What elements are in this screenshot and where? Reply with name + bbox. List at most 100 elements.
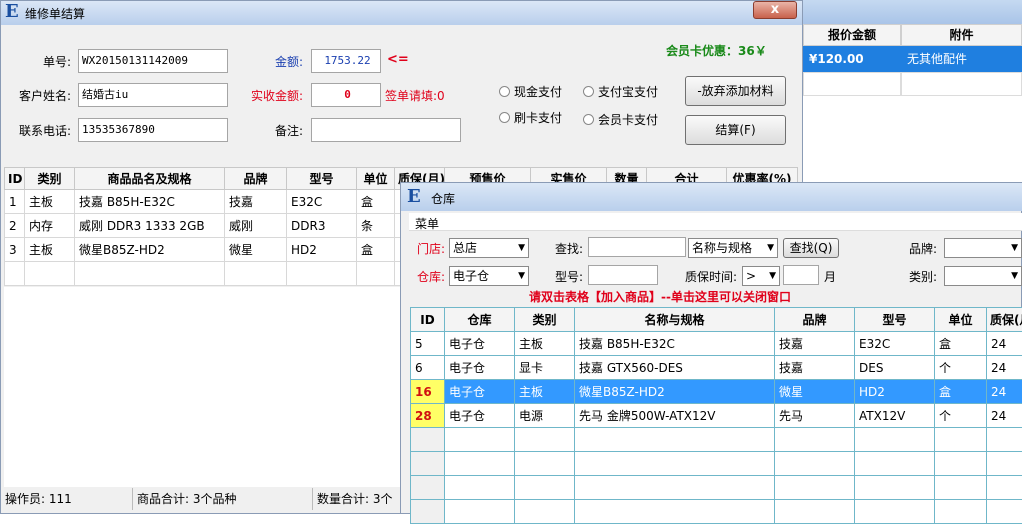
- col-header[interactable]: ID: [5, 168, 25, 190]
- pay-card-radio[interactable]: 刷卡支付: [499, 109, 562, 126]
- warehouse-table: ID 仓库 类别 名称与规格 品牌 型号 单位 质保(月) 5 电子仓 主板 技…: [410, 307, 1022, 524]
- col-header[interactable]: 仓库: [445, 308, 515, 332]
- background-window: 报价金额 附件 ¥120.00 无其他配件: [795, 0, 1022, 190]
- bg-empty-cell: [803, 72, 901, 96]
- category-select[interactable]: ▼: [944, 266, 1022, 286]
- customer-name-field[interactable]: 结婚古iu: [78, 83, 228, 107]
- cell-brand: 先马: [775, 404, 855, 428]
- col-header[interactable]: 型号: [287, 168, 357, 190]
- col-header[interactable]: 单位: [357, 168, 395, 190]
- cell-brand: 威刚: [225, 214, 287, 238]
- col-header[interactable]: 商品品名及规格: [75, 168, 225, 190]
- chevron-down-icon: ▼: [1011, 267, 1018, 285]
- cell-id: 2: [5, 214, 25, 238]
- brand-select[interactable]: ▼: [944, 238, 1022, 258]
- status-qty-total: 数量合计: 3个: [313, 488, 403, 510]
- table-row[interactable]: 28 电子仓 电源 先马 金牌500W-ATX12V 先马 ATX12V 个 2…: [411, 404, 1022, 428]
- table-row-empty: [411, 428, 1022, 452]
- chevron-down-icon: ▼: [767, 239, 774, 257]
- note-field[interactable]: [311, 118, 461, 142]
- note-label: 备注:: [275, 122, 303, 139]
- category-label: 类别:: [909, 268, 937, 285]
- col-header[interactable]: 类别: [25, 168, 75, 190]
- abandon-material-button[interactable]: -放弃添加材料: [685, 76, 786, 106]
- bg-cell-amount[interactable]: ¥120.00: [803, 46, 901, 72]
- status-item-total: 商品合计: 3个品种: [133, 488, 313, 510]
- search-mode-select[interactable]: 名称与规格▼: [688, 238, 778, 258]
- cell-depot: 电子仓: [445, 404, 515, 428]
- radio-icon: [499, 86, 510, 97]
- phone-field[interactable]: 13535367890: [78, 118, 228, 142]
- cell-category: 内存: [25, 214, 75, 238]
- cell-unit: 盒: [935, 332, 987, 356]
- cell-id: 28: [411, 404, 445, 428]
- cell-category: 显卡: [515, 356, 575, 380]
- chevron-down-icon: ▼: [769, 267, 776, 285]
- pay-member-card-radio[interactable]: 会员卡支付: [583, 111, 658, 128]
- close-hint-link[interactable]: 请双击表格【加入商品】--单击这里可以关闭窗口: [529, 288, 791, 305]
- search-input[interactable]: [588, 237, 686, 257]
- menu-item[interactable]: 菜单: [415, 215, 439, 232]
- chevron-down-icon: ▼: [518, 239, 525, 257]
- warranty-input[interactable]: [783, 265, 819, 285]
- pay-cash-radio[interactable]: 现金支付: [499, 83, 562, 100]
- cell-id: 5: [411, 332, 445, 356]
- table-row[interactable]: 6 电子仓 显卡 技嘉 GTX560-DES 技嘉 DES 个 24: [411, 356, 1022, 380]
- status-operator: 操作员: 111: [1, 488, 133, 510]
- col-header[interactable]: 品牌: [225, 168, 287, 190]
- table-row[interactable]: 5 电子仓 主板 技嘉 B85H-E32C 技嘉 E32C 盒 24: [411, 332, 1022, 356]
- member-discount: 会员卡优惠：36￥: [666, 42, 767, 59]
- cell-brand: 微星: [775, 380, 855, 404]
- col-header[interactable]: 型号: [855, 308, 935, 332]
- bg-cell-attachment[interactable]: 无其他配件: [901, 46, 1022, 72]
- chevron-down-icon: ▼: [518, 267, 525, 285]
- warranty-op-select[interactable]: >▼: [742, 266, 780, 286]
- actual-amount-field[interactable]: 0: [311, 83, 381, 107]
- col-header[interactable]: 单位: [935, 308, 987, 332]
- settle-button[interactable]: 结算(F): [685, 115, 786, 145]
- cell-warranty: 24: [987, 380, 1022, 404]
- sign-fill-label: 签单请填:0: [385, 87, 445, 104]
- cell-unit: 盒: [357, 190, 395, 214]
- col-header[interactable]: 品牌: [775, 308, 855, 332]
- cell-model: HD2: [287, 238, 357, 262]
- amount-label: 金额:: [275, 53, 303, 70]
- order-no-field[interactable]: WX20150131142009: [78, 49, 228, 73]
- col-header[interactable]: 名称与规格: [575, 308, 775, 332]
- warehouse-titlebar: E 仓库: [401, 183, 1022, 211]
- brand-label: 品牌:: [909, 240, 937, 257]
- amount-compare: <=: [387, 52, 409, 67]
- depot-label: 仓库:: [417, 268, 445, 285]
- model-label: 型号:: [555, 268, 583, 285]
- model-input[interactable]: [588, 265, 658, 285]
- cell-brand: 微星: [225, 238, 287, 262]
- bg-header-amount: 报价金额: [803, 24, 901, 46]
- close-button[interactable]: x: [753, 1, 797, 19]
- cell-category: 主板: [515, 380, 575, 404]
- col-header[interactable]: ID: [411, 308, 445, 332]
- store-select[interactable]: 总店▼: [449, 238, 529, 258]
- main-window-title: 维修单结算: [25, 5, 85, 22]
- search-button[interactable]: 查找(Q): [783, 238, 839, 258]
- warranty-unit: 月: [824, 268, 836, 285]
- cell-category: 主板: [515, 332, 575, 356]
- bg-empty-cell: [901, 72, 1022, 96]
- cell-model: DES: [855, 356, 935, 380]
- amount-field[interactable]: 1753.22: [311, 49, 381, 73]
- cell-unit: 条: [357, 214, 395, 238]
- cell-category: 电源: [515, 404, 575, 428]
- app-logo-icon: E: [5, 1, 19, 22]
- pay-alipay-radio[interactable]: 支付宝支付: [583, 83, 658, 100]
- col-header[interactable]: 质保(月): [987, 308, 1022, 332]
- depot-select[interactable]: 电子仓▼: [449, 266, 529, 286]
- table-row-selected[interactable]: 16 电子仓 主板 微星B85Z-HD2 微星 HD2 盒 24: [411, 380, 1022, 404]
- col-header[interactable]: 类别: [515, 308, 575, 332]
- cell-brand: 技嘉: [775, 332, 855, 356]
- cell-id: 6: [411, 356, 445, 380]
- table-row-empty: [411, 452, 1022, 476]
- table-row-empty: [411, 476, 1022, 500]
- cell-name: 威刚 DDR3 1333 2GB: [75, 214, 225, 238]
- store-label: 门店:: [417, 240, 445, 257]
- cell-name: 微星B85Z-HD2: [75, 238, 225, 262]
- cell-unit: 个: [935, 356, 987, 380]
